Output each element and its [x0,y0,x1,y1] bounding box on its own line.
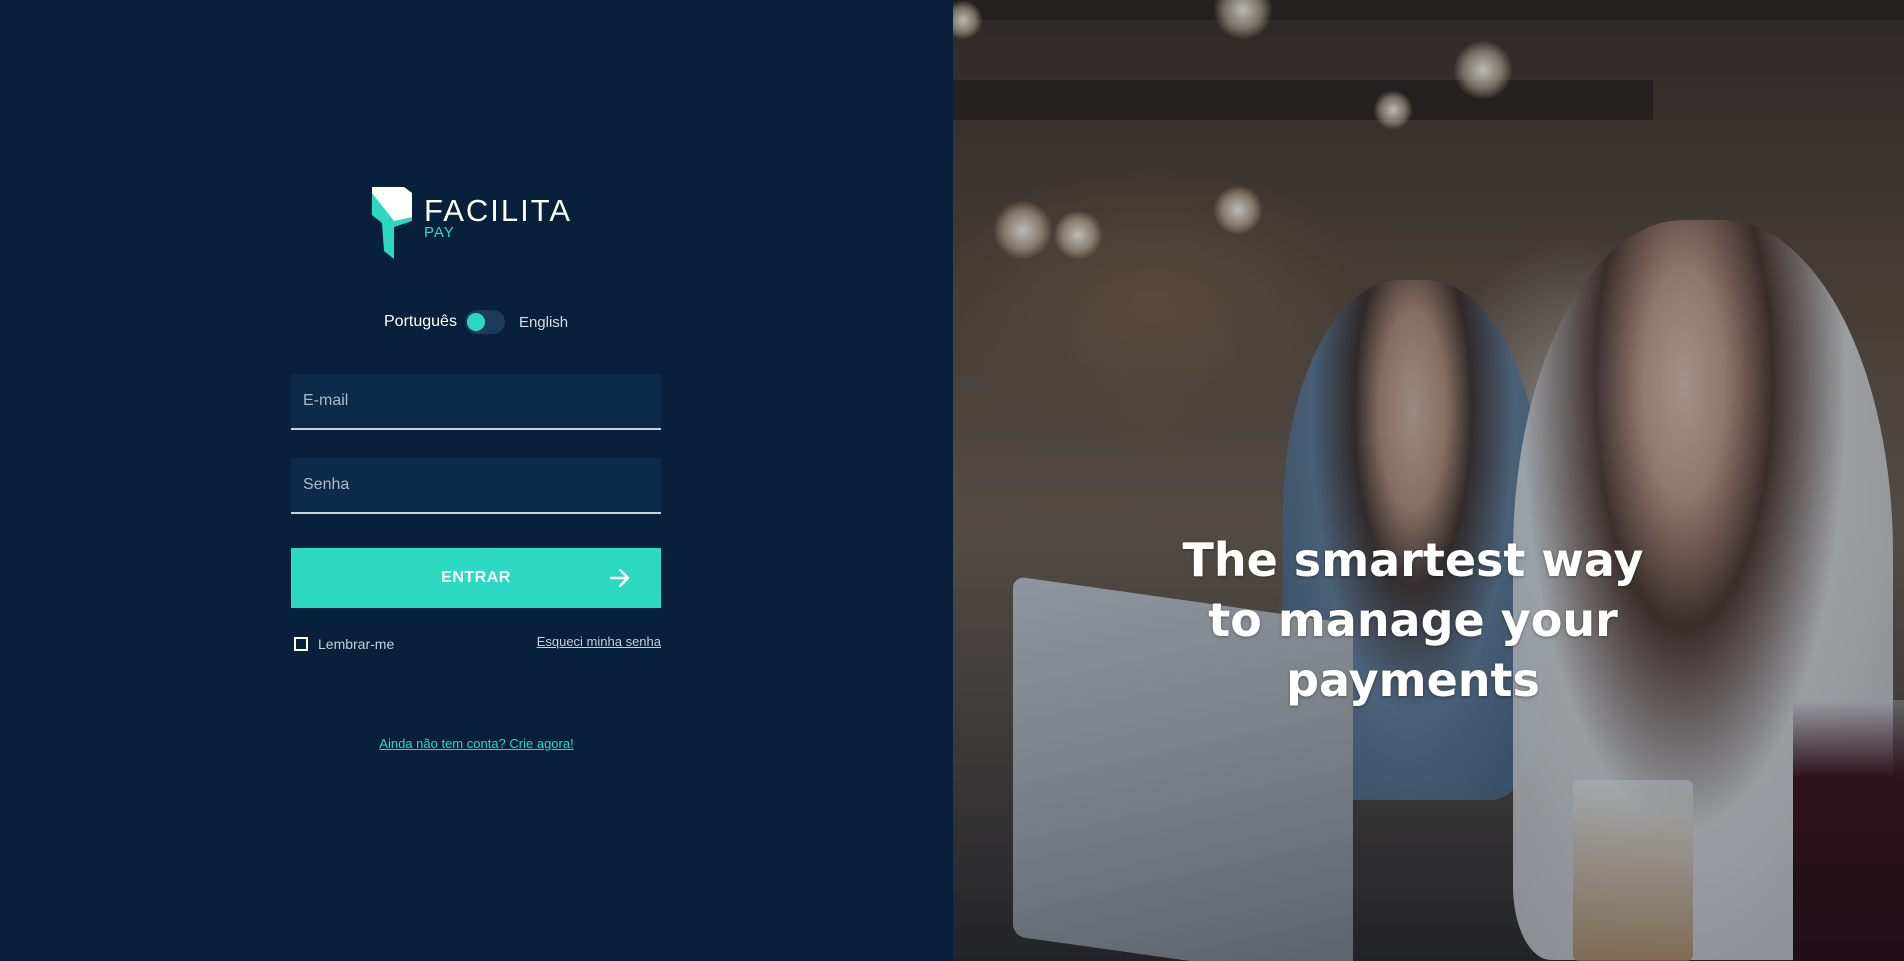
arrow-right-icon [609,568,630,588]
login-button[interactable]: ENTRAR [291,548,661,608]
login-panel: FACILITA PAY Português English ENTRAR [0,0,953,961]
remember-me-label[interactable]: Lembrar-me [318,636,394,652]
glass [1573,780,1693,961]
logo-wordmark: FACILITA [424,193,573,228]
hero-image: The smartest way to manage your payments [953,0,1904,961]
language-toggle[interactable] [464,310,505,334]
ceiling-light [1453,40,1513,100]
ceiling-beam [953,80,1653,120]
language-switch: Português English [384,310,568,334]
login-button-label: ENTRAR [441,569,511,586]
password-input[interactable] [291,458,661,512]
email-field-container [291,374,661,430]
forgot-password-link[interactable]: Esqueci minha senha [537,634,661,649]
cup [1793,700,1904,961]
language-option-portuguese[interactable]: Português [384,313,457,331]
remember-me: Lembrar-me [294,636,394,652]
signup-link[interactable]: Ainda não tem conta? Crie agora! [0,736,953,751]
language-option-english[interactable]: English [519,314,568,331]
ceiling-light [953,0,983,40]
email-input[interactable] [291,374,661,428]
remember-me-checkbox[interactable] [294,637,308,651]
password-field-container [291,458,661,514]
hero-headline: The smartest way to manage your payments [1182,533,1644,707]
brand-logo: FACILITA PAY [372,187,572,259]
ceiling-light [1213,185,1263,235]
ceiling-light [993,200,1053,260]
ceiling-top [953,0,1904,20]
logo-mark-icon [372,187,412,259]
login-page: FACILITA PAY Português English ENTRAR [0,0,1904,961]
ceiling-light [1213,0,1273,40]
ceiling-light [1053,210,1103,260]
logo-submark: PAY [424,224,455,241]
ceiling-light [1373,90,1413,130]
logo-text: FACILITA PAY [424,193,573,241]
toggle-knob [466,313,485,331]
